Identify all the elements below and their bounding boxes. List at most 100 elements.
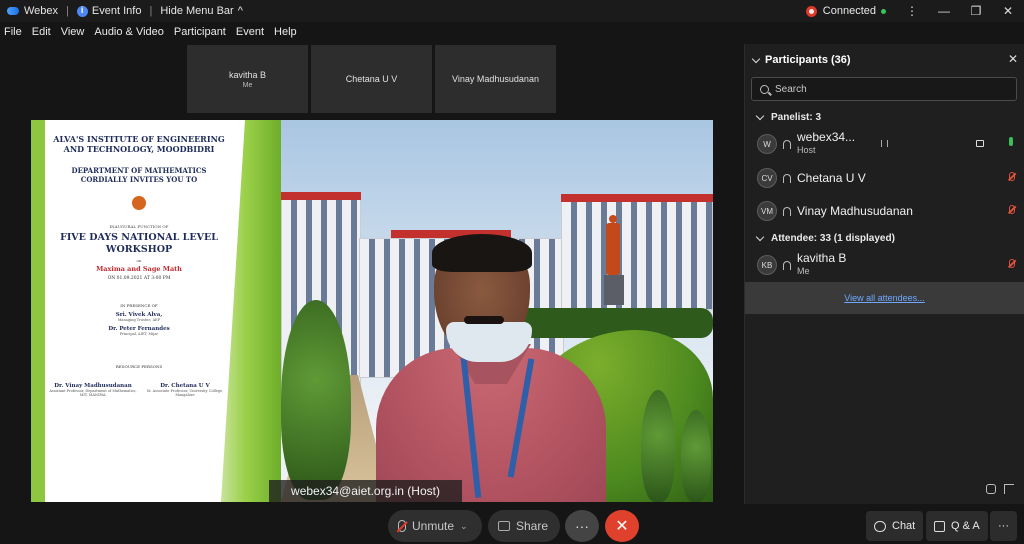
event-info-button[interactable]: Event Info [71, 5, 148, 17]
participant-info: webex34... Host [797, 131, 855, 157]
participant-name: kavitha B [797, 251, 847, 265]
poster-on: on [136, 258, 142, 263]
chat-button[interactable]: Chat [866, 511, 924, 541]
mic-muted-icon[interactable] [1009, 205, 1015, 214]
maximize-icon[interactable]: ❐ [960, 4, 992, 18]
flag-icon[interactable] [1004, 484, 1014, 494]
menu-file[interactable]: File [4, 26, 22, 42]
menu-event[interactable]: Event [236, 26, 264, 42]
raise-hand-icon[interactable] [986, 484, 996, 494]
participants-panel: Participants (36) ✕ Panelist: 3 W webex3… [744, 44, 1024, 504]
statue-head [609, 215, 617, 223]
tree [681, 410, 711, 502]
menu-view[interactable]: View [61, 26, 85, 42]
menu-bar: File Edit View Audio & Video Participant… [0, 26, 302, 42]
participant-name: webex34... [797, 130, 856, 144]
participant-row[interactable]: CV Chetana U V [757, 164, 1019, 192]
more-options-icon[interactable]: ⋮ [896, 4, 928, 18]
leave-meeting-button[interactable]: ✕ [605, 510, 639, 542]
info-icon [76, 5, 88, 17]
chevron-down-icon [755, 232, 765, 242]
separator: | [149, 5, 153, 17]
participant-row[interactable]: KB kavitha B Me [757, 251, 1019, 279]
menu-audio-video[interactable]: Audio & Video [94, 26, 164, 42]
avatar: W [757, 134, 777, 154]
headset-icon [783, 173, 791, 183]
panel-footer-icons [986, 484, 1014, 494]
virtual-background [281, 120, 713, 502]
attendee-header-label: Attendee: 33 (1 displayed) [771, 233, 895, 244]
share-button[interactable]: Share [488, 510, 560, 542]
mic-muted-icon[interactable] [1009, 259, 1015, 268]
search-icon [760, 84, 769, 94]
poster-rp2: Dr. Chetana U V Sr. Associate Professor,… [141, 379, 229, 397]
thumbnail-name: Chetana U V [345, 74, 398, 84]
connection-status[interactable]: Connected [823, 5, 876, 17]
mic-muted-icon [398, 520, 406, 532]
tree [281, 300, 351, 500]
close-window-icon[interactable]: ✕ [992, 4, 1024, 18]
app-title: Webex [0, 5, 64, 17]
poster-guest1-role: Managing Trustee, AEF [117, 318, 161, 322]
view-all-attendees-link[interactable]: View all attendees... [844, 293, 924, 303]
panelist-header-label: Panelist: 3 [771, 112, 822, 123]
mic-muted-icon[interactable] [1009, 172, 1015, 181]
menu-participant[interactable]: Participant [174, 26, 226, 42]
statue [604, 215, 624, 305]
headset-icon [783, 139, 791, 149]
thumbnail-chetana[interactable]: Chetana U V [311, 45, 432, 113]
participant-row[interactable]: W webex34... Host [757, 130, 1019, 158]
poster-date: ON 01.09.2021 AT 3:00 PM [107, 276, 171, 281]
poster-rp1-role: Assistant Professor, Department of Mathe… [49, 389, 137, 397]
close-panel-icon[interactable]: ✕ [1008, 52, 1018, 66]
webex-logo-icon [6, 5, 20, 17]
thumbnail-kavitha[interactable]: kavitha B Me [187, 45, 308, 113]
avatar: CV [757, 168, 777, 188]
avatar: VM [757, 201, 777, 221]
menu-edit[interactable]: Edit [32, 26, 51, 42]
poster-guest2-role: Principal, AIET, Mijar [119, 332, 159, 336]
event-info-label: Event Info [91, 5, 142, 17]
search-input[interactable] [775, 83, 995, 95]
poster-rp2-role: Sr. Associate Professor, University Coll… [146, 389, 224, 397]
more-options-button[interactable]: ··· [565, 510, 599, 542]
connection-icon [805, 5, 817, 17]
qa-label: Q & A [951, 520, 980, 532]
attendee-section-header[interactable]: Attendee: 33 (1 displayed) [755, 232, 895, 244]
thumbnail-vinay[interactable]: Vinay Madhusudanan [435, 45, 556, 113]
window-controls: Connected ⋮ — ❐ ✕ [805, 0, 1024, 22]
avatar: KB [757, 255, 777, 275]
menu-help[interactable]: Help [274, 26, 297, 42]
audio-level-icon [881, 140, 888, 147]
video-thumbnails: kavitha B Me Chetana U V Vinay Madhusuda… [187, 45, 556, 113]
title-bar: Webex | Event Info | Hide Menu Bar ^ Con… [0, 0, 1024, 22]
unmute-button[interactable]: Unmute ⌄ [388, 510, 482, 542]
panelist-section-header[interactable]: Panelist: 3 [755, 111, 822, 123]
hide-menu-bar-button[interactable]: Hide Menu Bar ^ [154, 5, 249, 17]
camera-icon[interactable] [976, 140, 984, 147]
unmute-label: Unmute [412, 519, 455, 533]
chevron-down-icon[interactable]: ⌄ [460, 521, 468, 532]
share-label: Share [516, 519, 549, 533]
thumbnail-name: kavitha B [228, 69, 267, 80]
share-screen-icon [498, 521, 510, 531]
poster-content: ALVA'S INSTITUTE OF ENGINEERING AND TECH… [49, 134, 229, 397]
qa-button[interactable]: Q & A [926, 511, 988, 541]
poster-green-bar-left [31, 120, 45, 502]
participant-row[interactable]: VM Vinay Madhusudanan [757, 197, 1019, 225]
participant-name: Vinay Madhusudanan [797, 203, 913, 218]
chevron-down-icon [755, 111, 765, 121]
participant-name: Chetana U V [797, 170, 866, 185]
participant-search [751, 77, 1017, 101]
main-video-stage[interactable]: ALVA'S INSTITUTE OF ENGINEERING AND TECH… [31, 120, 713, 502]
statue-base [604, 275, 624, 305]
headset-icon [783, 206, 791, 216]
mic-active-icon[interactable] [1009, 137, 1013, 146]
participants-title: Participants (36) [765, 54, 851, 66]
minimize-icon[interactable]: — [928, 4, 960, 18]
more-panels-button[interactable]: ··· [990, 511, 1017, 541]
participants-header[interactable]: Participants (36) [751, 54, 851, 66]
poster-workshop-title: FIVE DAYS NATIONAL LEVEL WORKSHOP [60, 232, 218, 255]
thumbnail-name: Vinay Madhusudanan [452, 74, 539, 84]
chat-icon [874, 520, 886, 532]
